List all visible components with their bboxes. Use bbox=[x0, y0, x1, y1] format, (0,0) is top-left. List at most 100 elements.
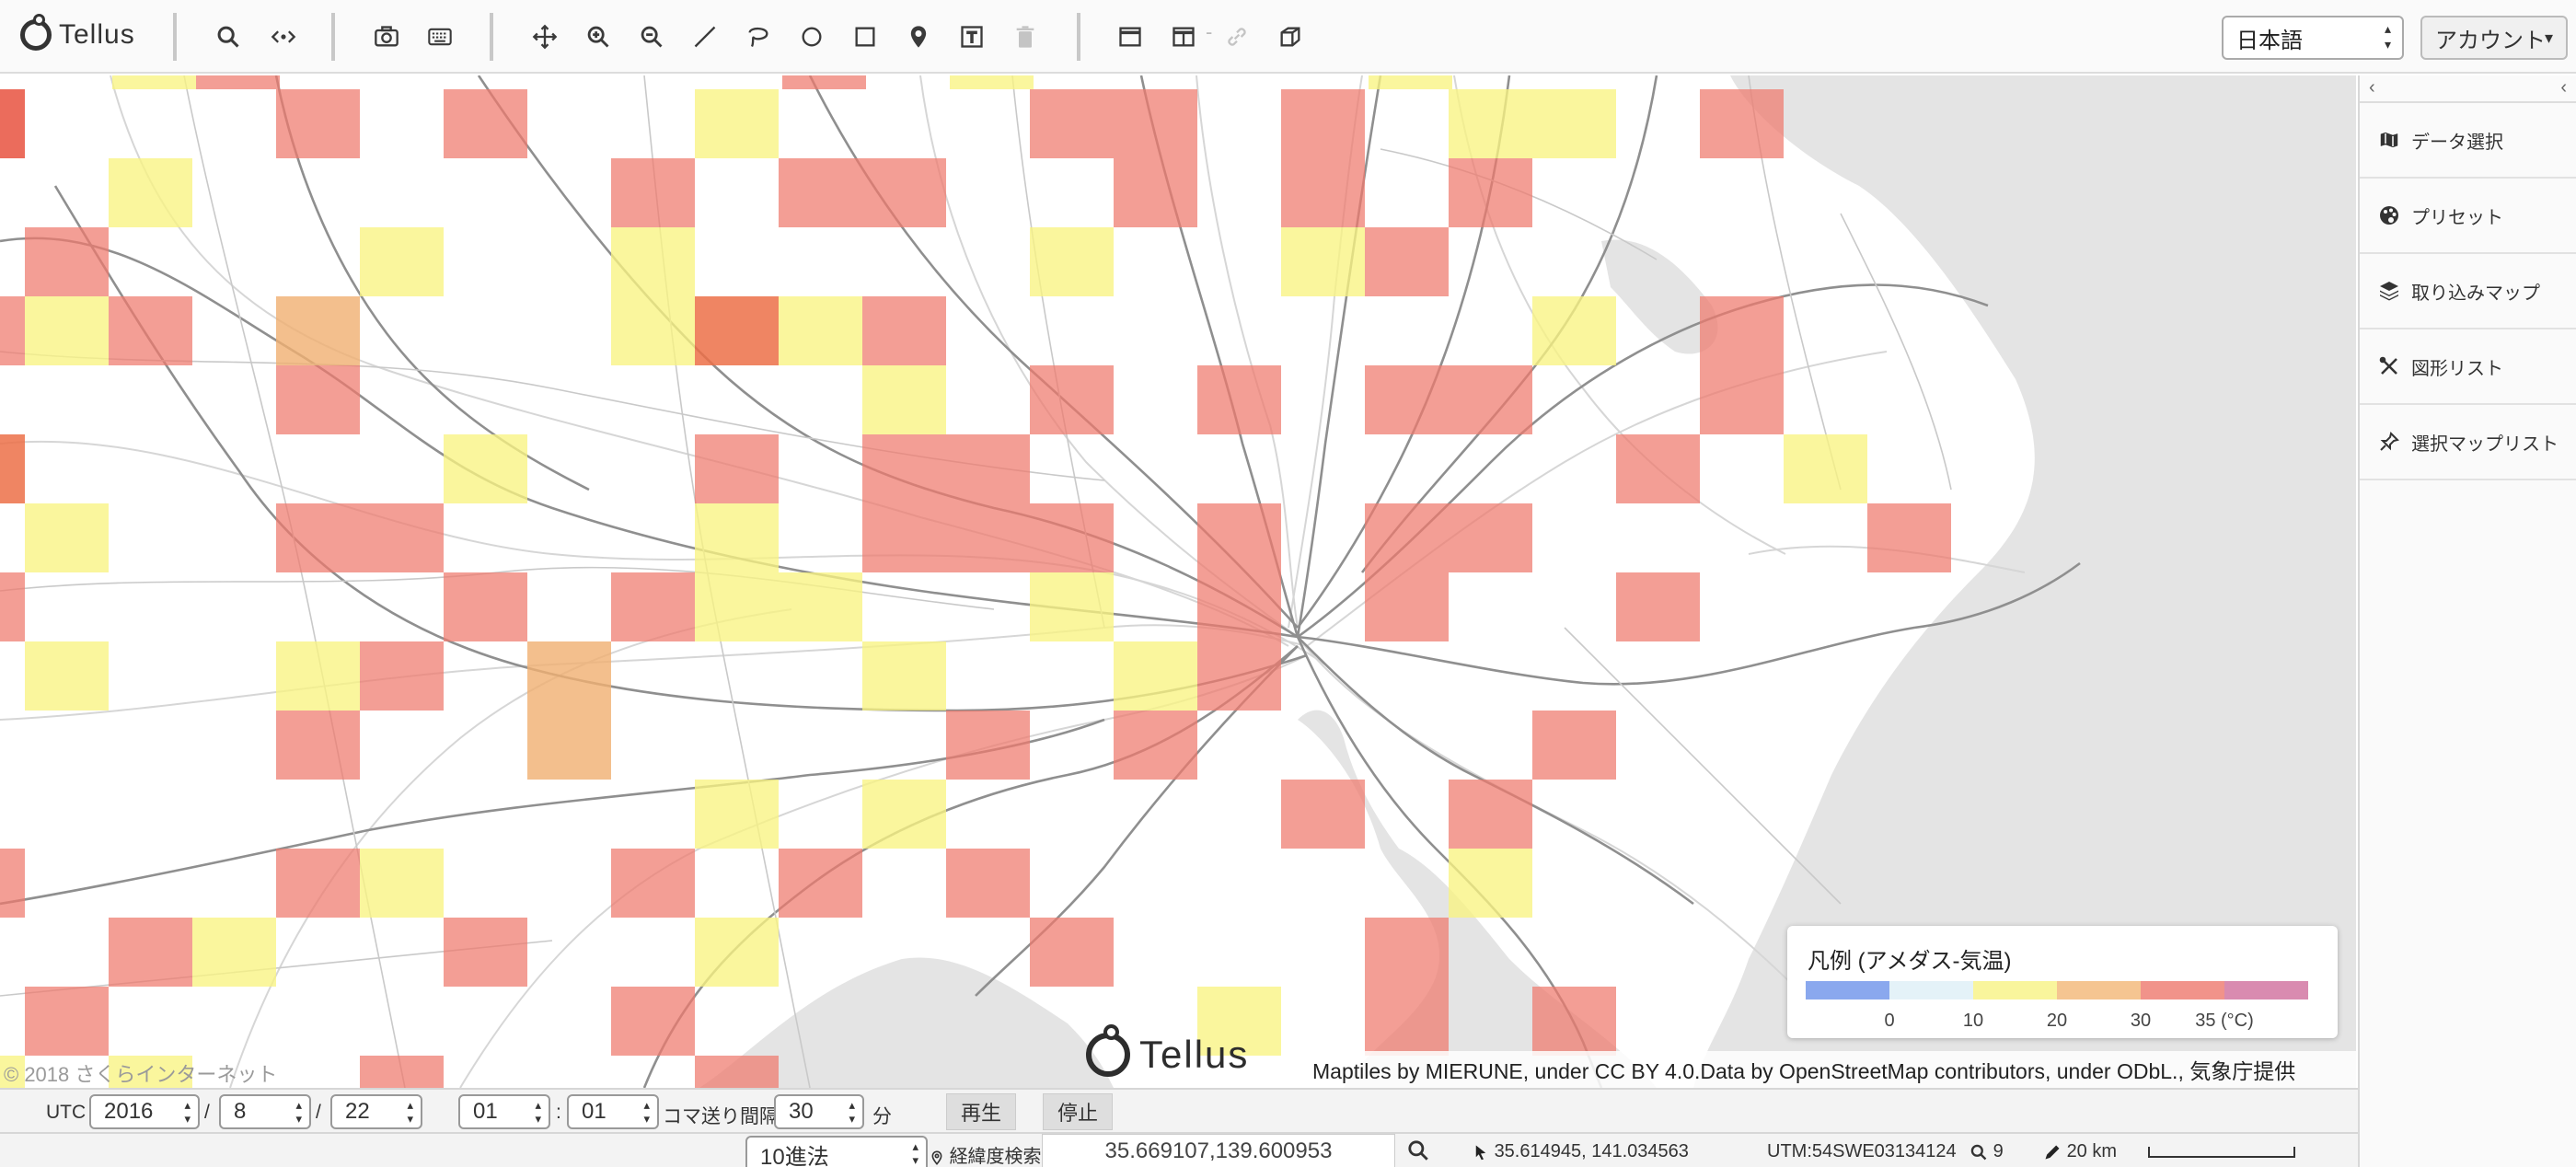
sync-link-button[interactable] bbox=[1217, 17, 1257, 57]
account-button[interactable]: アカウント bbox=[2420, 16, 2568, 60]
3d-view-button[interactable] bbox=[1270, 17, 1311, 57]
place-marker-button[interactable] bbox=[898, 17, 939, 57]
right-panel: ‹ ‹ データ選択 プリセット 取り込みマップ 図形リスト 選択マップリスト bbox=[2358, 75, 2576, 1167]
temperature-cell bbox=[862, 296, 946, 365]
draw-rectangle-button[interactable] bbox=[845, 17, 885, 57]
legend-tick-label: 35 (°C) bbox=[2195, 1011, 2254, 1031]
temperature-cell bbox=[1532, 711, 1616, 780]
latlon-search-input[interactable]: 35.669107,139.600953 bbox=[1042, 1134, 1395, 1167]
interval-label: コマ送り間隔 bbox=[663, 1106, 779, 1127]
temperature-cell bbox=[0, 89, 25, 158]
temperature-cell bbox=[862, 641, 946, 711]
zoom-in-button[interactable] bbox=[578, 17, 618, 57]
map-pin-icon bbox=[910, 26, 927, 48]
keyboard-button[interactable] bbox=[420, 17, 460, 57]
zoom-out-button[interactable] bbox=[631, 17, 672, 57]
map-canvas[interactable]: © 2018 さくらインターネット Tellus Maptiles by MIE… bbox=[0, 75, 2356, 1088]
sidebar-item-imported-maps[interactable]: 取り込みマップ bbox=[2360, 254, 2576, 329]
temperature-cell bbox=[695, 434, 779, 503]
sidebar-item-label: データ選択 bbox=[2411, 132, 2503, 153]
code-button[interactable] bbox=[263, 17, 304, 57]
top-toolbar: Tellus - 日本語 ▴ ▾ アカウント ▾ bbox=[0, 0, 2576, 74]
temperature-cell bbox=[1197, 572, 1281, 641]
scale-text: 20 km bbox=[2066, 1141, 2118, 1161]
temperature-cell bbox=[1449, 89, 1532, 158]
temperature-cell bbox=[611, 572, 695, 641]
toolbar-divider bbox=[173, 13, 177, 61]
temperature-cell bbox=[1197, 365, 1281, 434]
app-name: Tellus bbox=[59, 19, 135, 50]
temperature-cell bbox=[1369, 75, 1452, 89]
number-system-select[interactable]: 10進法 bbox=[745, 1136, 928, 1167]
temperature-cell bbox=[444, 89, 527, 158]
zoom-in-icon bbox=[587, 26, 609, 48]
temperature-cell bbox=[946, 434, 1030, 503]
hour-select[interactable]: 01 bbox=[458, 1094, 550, 1129]
temperature-cell bbox=[611, 849, 695, 918]
zoom-level-text: 9 bbox=[1993, 1141, 2004, 1161]
legend-swatch bbox=[1973, 981, 2057, 999]
temperature-cell bbox=[1365, 987, 1449, 1056]
temperature-cell bbox=[1532, 296, 1616, 365]
temperature-cell bbox=[109, 296, 192, 365]
temperature-cell bbox=[444, 434, 527, 503]
legend-tick-label: 10 bbox=[1962, 1011, 1984, 1031]
legend-tick-label: 20 bbox=[2046, 1011, 2068, 1031]
temperature-cell bbox=[862, 158, 946, 227]
location-pin-icon bbox=[931, 1150, 942, 1165]
temperature-cell bbox=[1197, 503, 1281, 572]
temperature-cell bbox=[779, 158, 862, 227]
split-view-button[interactable] bbox=[1163, 17, 1204, 57]
temperature-cell bbox=[1030, 365, 1114, 434]
latlon-search-button[interactable] bbox=[1406, 1138, 1430, 1162]
pan-button[interactable] bbox=[525, 17, 565, 57]
minute-select[interactable]: 01 bbox=[567, 1094, 659, 1129]
search-button[interactable] bbox=[208, 17, 248, 57]
time-separator: : bbox=[556, 1102, 561, 1123]
panel-collapse-right[interactable]: ‹ bbox=[2560, 77, 2567, 98]
panel-collapse-left[interactable]: ‹ bbox=[2369, 77, 2375, 98]
sidebar-item-shape-list[interactable]: 図形リスト bbox=[2360, 329, 2576, 405]
draw-circle-button[interactable] bbox=[791, 17, 832, 57]
single-view-button[interactable] bbox=[1110, 17, 1150, 57]
draw-polygon-button[interactable] bbox=[738, 17, 779, 57]
add-text-button[interactable] bbox=[952, 17, 992, 57]
temperature-cell bbox=[1449, 365, 1532, 434]
app-logo[interactable]: Tellus bbox=[20, 14, 135, 55]
temperature-cell bbox=[1365, 503, 1449, 572]
utc-label: UTC bbox=[46, 1102, 87, 1123]
palette-icon bbox=[2380, 206, 2398, 225]
temperature-cell bbox=[862, 503, 946, 572]
sidebar-item-preset[interactable]: プリセット bbox=[2360, 179, 2576, 254]
cursor-coordinates: 35.614945, 141.034563 bbox=[1473, 1141, 1689, 1162]
temperature-cell bbox=[1030, 227, 1114, 296]
sidebar-item-data-select[interactable]: データ選択 bbox=[2360, 103, 2576, 179]
interval-select[interactable]: 30 bbox=[774, 1094, 864, 1129]
temperature-cell bbox=[360, 641, 444, 711]
temperature-cell bbox=[360, 227, 444, 296]
draw-line-button[interactable] bbox=[685, 17, 725, 57]
year-select[interactable]: 2016 bbox=[89, 1094, 200, 1129]
delete-button[interactable] bbox=[1005, 17, 1045, 57]
toolbar-divider bbox=[331, 13, 335, 61]
temperature-cell bbox=[25, 641, 109, 711]
language-select[interactable]: 日本語 bbox=[2222, 16, 2404, 60]
sidebar-item-selected-map-list[interactable]: 選択マップリスト bbox=[2360, 405, 2576, 480]
play-button[interactable]: 再生 bbox=[946, 1093, 1016, 1130]
temperature-cell bbox=[1532, 987, 1616, 1056]
sidebar-item-label: 取り込みマップ bbox=[2411, 283, 2540, 304]
legend-swatch bbox=[2057, 981, 2141, 999]
day-select[interactable]: 22 bbox=[330, 1094, 422, 1129]
temperature-cell bbox=[779, 296, 862, 365]
legend-ticks: 0 10 20 30 35 (°C) bbox=[1806, 1011, 2308, 1033]
temperature-cell bbox=[1449, 780, 1532, 849]
tellus-logo-icon bbox=[20, 14, 52, 51]
sidebar-item-label: 選択マップリスト bbox=[2411, 433, 2559, 455]
toolbar-divider bbox=[1077, 13, 1080, 61]
temperature-cell bbox=[695, 918, 779, 987]
temperature-cell bbox=[276, 296, 360, 365]
stop-button[interactable]: 停止 bbox=[1043, 1093, 1113, 1130]
utm-coordinates: UTM:54SWE03134124 bbox=[1767, 1141, 1957, 1161]
month-select[interactable]: 8 bbox=[219, 1094, 311, 1129]
screenshot-button[interactable] bbox=[366, 17, 407, 57]
